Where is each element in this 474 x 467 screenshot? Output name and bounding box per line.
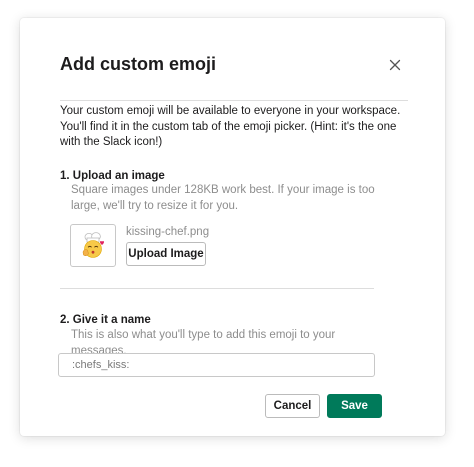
chef-kiss-emoji-icon (82, 232, 104, 258)
emoji-preview (70, 224, 116, 267)
intro-text: Your custom emoji will be available to e… (60, 105, 401, 148)
header-divider (60, 100, 408, 101)
page: Add custom emoji Your custom emoji will … (0, 0, 474, 467)
upload-section-heading: 1. Upload an image (60, 170, 165, 182)
close-icon (389, 59, 401, 71)
dialog-title: Add custom emoji (60, 54, 217, 74)
add-emoji-dialog: Add custom emoji Your custom emoji will … (20, 18, 445, 436)
name-section-heading: 2. Give it a name (60, 314, 151, 326)
close-button[interactable] (384, 54, 406, 76)
save-button[interactable]: Save (327, 394, 382, 418)
emoji-name-input[interactable] (58, 353, 375, 377)
upload-help-text: Square images under 128KB work best. If … (71, 184, 375, 212)
uploaded-filename: kissing-chef.png (126, 226, 210, 238)
upload-image-button[interactable]: Upload Image (126, 242, 206, 266)
section-divider (60, 288, 374, 289)
cancel-button[interactable]: Cancel (265, 394, 320, 418)
